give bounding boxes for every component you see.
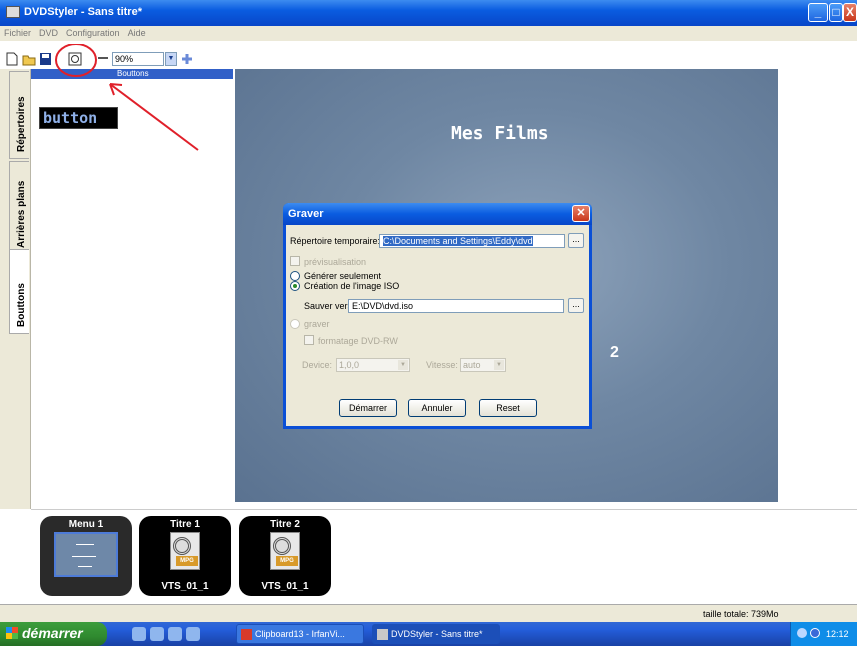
minimize-button[interactable]: _ [808, 3, 828, 22]
task-clipboard[interactable]: Clipboard13 - IrfanVi... [236, 624, 364, 644]
file-badge: MPG [176, 556, 198, 566]
thumbnail-label: Menu 1 [68, 519, 104, 530]
start-button[interactable]: Démarrer [339, 399, 397, 417]
status-bar: taille totale: 739Mo [0, 604, 857, 622]
title-thumbnail[interactable]: Titre 1 MPG VTS_01_1 [139, 516, 231, 596]
preview-checkbox[interactable] [290, 256, 300, 266]
temp-dir-field[interactable]: C:\Documents and Settings\Eddy\dvd [379, 234, 565, 248]
menu-help[interactable]: Aide [124, 26, 150, 38]
save-to-field[interactable]: E:\DVD\dvd.iso [348, 299, 564, 313]
chevron-down-icon: ▼ [494, 360, 504, 370]
app-icon [6, 6, 20, 18]
device-label: Device: [302, 360, 333, 370]
menu-configuration[interactable]: Configuration [62, 26, 124, 38]
quicklaunch-icon[interactable] [186, 627, 200, 641]
burn-dialog: Graver ✕ Répertoire temporaire: C:\Docum… [283, 203, 592, 429]
speed-select[interactable]: auto ▼ [460, 358, 506, 372]
temp-dir-browse-button[interactable]: ... [568, 233, 584, 248]
preview-button-number[interactable]: 2 [610, 344, 619, 362]
thumbnail-label: Titre 1 [170, 519, 200, 530]
maximize-button[interactable]: □ [829, 3, 843, 22]
preview-label: prévisualisation [304, 257, 367, 267]
thumbnail-label: Titre 2 [270, 519, 300, 530]
start-button[interactable]: démarrer [0, 622, 107, 646]
task-dvdstyler[interactable]: DVDStyler - Sans titre* [372, 624, 500, 644]
menu-bar: Fichier DVD Configuration Aide [0, 26, 857, 41]
system-tray: 12:12 [790, 622, 857, 646]
preview-title[interactable]: Mes Films [451, 123, 549, 144]
video-file-icon: MPG [170, 532, 200, 570]
quicklaunch-icon[interactable] [132, 627, 146, 641]
thumbnail-vts: VTS_01_1 [161, 581, 209, 592]
iso-image-radio[interactable] [290, 281, 300, 291]
speed-label: Vitesse: [426, 360, 458, 370]
total-size: taille totale: 739Mo [703, 609, 779, 619]
tray-icon[interactable] [810, 628, 820, 638]
new-file-icon[interactable] [6, 52, 18, 66]
temp-dir-label: Répertoire temporaire: [290, 236, 381, 246]
menu-thumbnail[interactable]: Menu 1 [40, 516, 132, 596]
annotation-arrow-icon [55, 44, 199, 151]
save-to-label: Sauver vers: [304, 301, 355, 311]
tab-repertoires[interactable]: Répertoires [9, 71, 29, 159]
title-bar: DVDStyler - Sans titre* _ □ X [0, 0, 857, 26]
generate-only-radio[interactable] [290, 271, 300, 281]
window-title: DVDStyler - Sans titre* [24, 6, 142, 18]
quicklaunch-icon[interactable] [168, 627, 182, 641]
video-file-icon: MPG [270, 532, 300, 570]
burn-label: graver [304, 319, 330, 329]
cancel-button[interactable]: Annuler [408, 399, 466, 417]
clock: 12:12 [826, 629, 849, 639]
menu-preview-mini [54, 532, 118, 577]
save-to-browse-button[interactable]: ... [568, 298, 584, 313]
taskbar: démarrer Clipboard13 - IrfanVi... DVDSty… [0, 622, 857, 646]
reset-button[interactable]: Reset [479, 399, 537, 417]
dialog-title: Graver ✕ [283, 203, 592, 225]
generate-only-label: Générer seulement [304, 271, 382, 281]
tab-bouttons[interactable]: Bouttons [9, 249, 29, 334]
tray-icon[interactable] [797, 628, 807, 638]
iso-image-label: Création de l'image ISO [304, 281, 400, 291]
title-thumbnail[interactable]: Titre 2 MPG VTS_01_1 [239, 516, 331, 596]
device-select[interactable]: 1,0,0 ▼ [336, 358, 410, 372]
chevron-down-icon: ▼ [398, 360, 408, 370]
titleset-strip: Menu 1 Titre 1 MPG VTS_01_1 Titre 2 MPG … [31, 509, 857, 604]
close-button[interactable]: X [843, 3, 857, 22]
tab-arrieres-plans[interactable]: Arrières plans [9, 161, 29, 255]
burn-radio[interactable] [290, 319, 300, 329]
thumbnail-vts: VTS_01_1 [261, 581, 309, 592]
open-folder-icon[interactable] [22, 52, 36, 66]
temp-dir-value: C:\Documents and Settings\Eddy\dvd [383, 236, 533, 246]
format-dvdrw-checkbox[interactable] [304, 335, 314, 345]
vertical-tabs: Répertoires Arrières plans Bouttons [0, 69, 31, 509]
file-badge: MPG [276, 556, 298, 566]
menu-file[interactable]: Fichier [0, 26, 35, 38]
dialog-close-button[interactable]: ✕ [572, 205, 590, 222]
menu-dvd[interactable]: DVD [35, 26, 62, 38]
format-dvdrw-label: formatage DVD-RW [318, 336, 398, 346]
quicklaunch-icon[interactable] [150, 627, 164, 641]
